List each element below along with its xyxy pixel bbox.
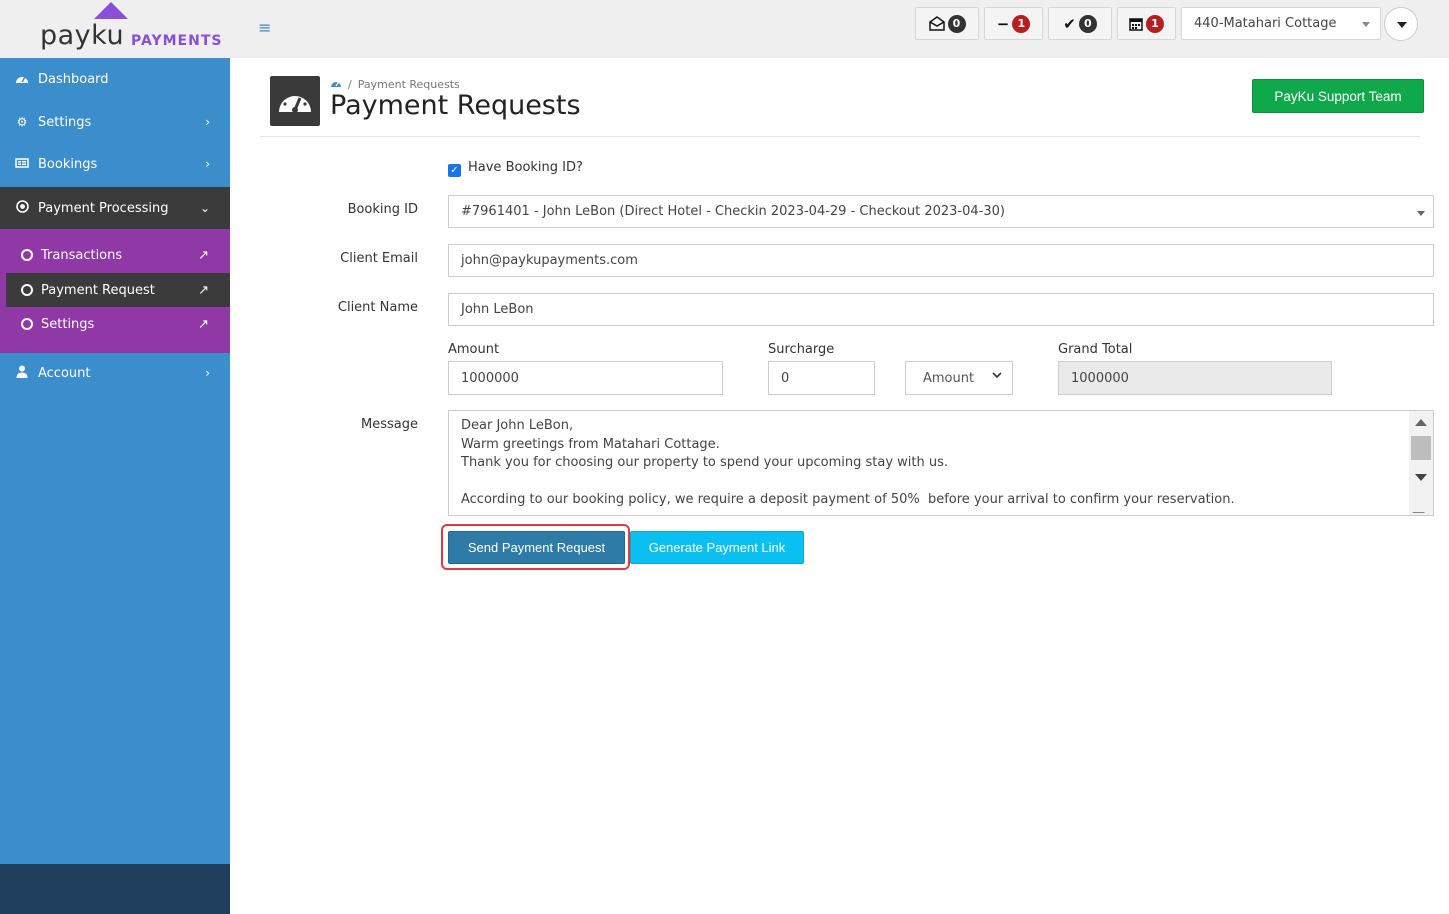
pending-button[interactable]: − 1	[984, 7, 1043, 40]
sidebar-item-label: Bookings	[38, 156, 98, 172]
check-icon: ✔	[1063, 14, 1076, 33]
booking-id-label: Booking ID	[347, 202, 418, 217]
submenu-item-label: Transactions	[41, 247, 123, 263]
chevron-down-icon	[991, 369, 1003, 385]
amount-label: Amount	[448, 342, 500, 357]
chevron-down-icon: ⌄	[199, 201, 210, 215]
amount-value: 1000000	[461, 370, 519, 386]
chevron-right-icon: ›	[205, 157, 210, 171]
property-select-value: 440-Matahari Cottage	[1194, 16, 1337, 31]
generate-payment-link-button[interactable]: Generate Payment Link	[630, 531, 804, 564]
grand-total-label: Grand Total	[1058, 342, 1133, 357]
payku-logo[interactable]: payku PAYMENTS	[0, 0, 230, 58]
caret-down-icon	[1362, 22, 1370, 27]
submenu-item-transactions[interactable]: Transactions ↗	[0, 238, 230, 272]
page-title: Payment Requests	[330, 90, 581, 121]
confirmed-count-badge: 0	[1078, 14, 1097, 33]
external-link-icon: ↗	[198, 282, 209, 298]
client-name-value: John LeBon	[461, 302, 534, 317]
booking-id-value: #7961401 - John LeBon (Direct Hotel - Ch…	[461, 204, 1005, 219]
payment-processing-submenu: Transactions ↗ Payment Request ↗ Setting…	[0, 229, 230, 353]
sidebar-item-label: Settings	[38, 114, 92, 130]
sidebar: Dashboard ⚙ Settings › Bookings › Paymen…	[0, 58, 230, 914]
dashboard-icon	[14, 72, 30, 87]
target-icon	[14, 200, 30, 216]
messages-count-badge: 0	[947, 14, 966, 33]
confirmed-button[interactable]: ✔ 0	[1048, 7, 1112, 40]
circle-icon	[21, 284, 33, 296]
message-line: Thank you for choosing our property to s…	[461, 455, 949, 471]
support-team-button[interactable]: PayKu Support Team	[1252, 79, 1424, 113]
top-header: payku PAYMENTS ≡ 0 − 1 ✔ 0 1 440-Matahar…	[0, 0, 1449, 58]
logo-subtext: PAYMENTS	[131, 33, 223, 49]
amount-input[interactable]: 1000000	[448, 361, 723, 395]
chevron-right-icon: ›	[205, 366, 210, 380]
envelope-open-icon	[928, 16, 945, 31]
sidebar-item-label: Payment Processing	[38, 200, 169, 216]
scroll-down-arrow-icon[interactable]	[1415, 474, 1427, 481]
message-textarea[interactable]: Dear John LeBon, Warm greetings from Mat…	[448, 410, 1434, 516]
surcharge-input[interactable]: 0	[768, 361, 875, 395]
surcharge-type-value: Amount	[923, 370, 975, 386]
minus-icon: −	[996, 14, 1010, 33]
calendar-icon	[1129, 17, 1143, 31]
resize-grip-icon[interactable]	[1412, 501, 1436, 513]
pending-count-badge: 1	[1012, 14, 1031, 33]
external-link-icon: ↗	[198, 316, 209, 332]
message-scrollbar[interactable]	[1409, 411, 1436, 515]
user-icon	[14, 365, 30, 381]
messages-button[interactable]: 0	[915, 7, 979, 40]
submenu-item-payment-request[interactable]: Payment Request ↗	[6, 273, 230, 307]
header-divider	[260, 136, 1420, 137]
sidebar-item-payment-processing[interactable]: Payment Processing ⌄	[0, 187, 230, 229]
user-menu-button[interactable]	[1384, 7, 1418, 41]
caret-down-icon	[1397, 22, 1407, 28]
sidebar-item-label: Account	[38, 365, 91, 381]
circle-icon	[21, 249, 33, 261]
scroll-thumb[interactable]	[1411, 436, 1431, 460]
logo-text: payku	[40, 20, 125, 51]
submenu-item-label: Payment Request	[41, 282, 155, 298]
send-button-highlight	[441, 524, 630, 570]
speedometer-icon	[270, 76, 320, 126]
circle-icon	[21, 318, 33, 330]
have-booking-label: Have Booking ID?	[468, 160, 583, 175]
calendar-button[interactable]: 1	[1117, 7, 1176, 40]
message-line	[461, 473, 1421, 492]
grand-total-value: 1000000	[1071, 370, 1129, 386]
chevron-right-icon: ›	[205, 115, 210, 129]
logo-triangle-icon	[94, 2, 128, 19]
sidebar-item-label: Dashboard	[38, 71, 109, 87]
calendar-count-badge: 1	[1146, 14, 1164, 33]
external-link-icon: ↗	[198, 247, 209, 263]
scroll-up-arrow-icon[interactable]	[1415, 419, 1427, 426]
client-email-input[interactable]: john@paykupayments.com	[448, 244, 1434, 277]
gear-icon: ⚙	[16, 115, 28, 129]
surcharge-label: Surcharge	[768, 342, 835, 357]
sidebar-item-bookings[interactable]: Bookings ›	[0, 143, 230, 185]
bookings-icon	[14, 157, 30, 171]
client-name-input[interactable]: John LeBon	[448, 293, 1434, 326]
sidebar-item-account[interactable]: Account ›	[0, 352, 230, 394]
caret-down-icon	[1417, 211, 1425, 216]
message-line: Warm greetings from Matahari Cottage.	[461, 436, 720, 452]
have-booking-checkbox[interactable]: ✓	[448, 164, 461, 177]
client-name-label: Client Name	[337, 300, 418, 315]
message-line: According to our booking policy, we requ…	[461, 492, 1235, 508]
message-label: Message	[361, 417, 418, 432]
hamburger-menu-icon[interactable]: ≡	[258, 18, 271, 37]
submenu-item-label: Settings	[41, 316, 95, 332]
message-line: Dear John LeBon,	[461, 418, 574, 433]
surcharge-type-select[interactable]: Amount	[905, 361, 1013, 395]
sidebar-item-settings[interactable]: ⚙ Settings ›	[0, 101, 230, 143]
submenu-item-settings[interactable]: Settings ↗	[0, 307, 230, 341]
sidebar-item-dashboard[interactable]: Dashboard	[0, 58, 230, 100]
surcharge-value: 0	[781, 370, 790, 386]
sidebar-footer	[0, 864, 230, 914]
grand-total-input: 1000000	[1058, 361, 1332, 395]
property-select[interactable]: 440-Matahari Cottage	[1181, 7, 1381, 40]
client-email-value: john@paykupayments.com	[461, 253, 638, 268]
client-email-label: Client Email	[340, 251, 418, 266]
booking-id-select[interactable]: #7961401 - John LeBon (Direct Hotel - Ch…	[448, 195, 1434, 228]
